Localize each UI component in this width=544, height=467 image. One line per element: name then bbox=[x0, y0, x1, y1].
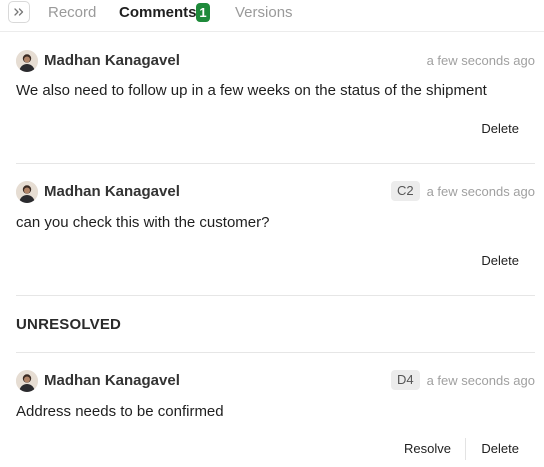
avatar bbox=[16, 181, 38, 203]
comment-reference-badge[interactable]: C2 bbox=[391, 181, 420, 201]
comment-text: can you check this with the customer? bbox=[16, 214, 270, 231]
comment-header: Madhan Kanagavel D4 a few seconds ago bbox=[16, 369, 535, 393]
double-chevron-right-icon bbox=[14, 8, 24, 16]
comment-item: Madhan Kanagavel C2 a few seconds ago ca… bbox=[16, 180, 535, 280]
tab-record[interactable]: Record bbox=[48, 4, 96, 22]
resolve-button[interactable]: Resolve bbox=[404, 441, 451, 457]
comment-author: Madhan Kanagavel bbox=[44, 183, 180, 200]
comment-item: Madhan Kanagavel D4 a few seconds ago Ad… bbox=[16, 369, 535, 467]
section-title-unresolved: UNRESOLVED bbox=[16, 316, 122, 333]
avatar bbox=[16, 50, 38, 72]
user-avatar-photo bbox=[16, 181, 38, 203]
delete-button[interactable]: Delete bbox=[481, 441, 519, 457]
action-separator bbox=[465, 438, 466, 460]
comments-panel-tabbar: Record Comments 1 Versions bbox=[0, 0, 544, 32]
comment-text: Address needs to be confirmed bbox=[16, 403, 224, 420]
divider bbox=[16, 295, 535, 296]
comment-timestamp: a few seconds ago bbox=[426, 53, 535, 68]
delete-button[interactable]: Delete bbox=[481, 253, 519, 269]
user-avatar-photo bbox=[16, 370, 38, 392]
comment-text: We also need to follow up in a few weeks… bbox=[16, 82, 487, 99]
comment-author: Madhan Kanagavel bbox=[44, 372, 180, 389]
comment-item: Madhan Kanagavel a few seconds ago We al… bbox=[16, 49, 535, 149]
divider bbox=[16, 352, 535, 353]
comment-timestamp: a few seconds ago bbox=[426, 184, 535, 199]
delete-button[interactable]: Delete bbox=[481, 121, 519, 137]
comment-author: Madhan Kanagavel bbox=[44, 52, 180, 69]
tab-comments[interactable]: Comments bbox=[119, 4, 197, 22]
comments-count-badge: 1 bbox=[196, 3, 210, 22]
tab-versions[interactable]: Versions bbox=[235, 4, 293, 22]
comment-header: Madhan Kanagavel C2 a few seconds ago bbox=[16, 180, 535, 204]
user-avatar-photo bbox=[16, 50, 38, 72]
collapse-panel-button[interactable] bbox=[8, 1, 30, 23]
avatar bbox=[16, 370, 38, 392]
comment-timestamp: a few seconds ago bbox=[426, 373, 535, 388]
comment-reference-badge[interactable]: D4 bbox=[391, 370, 420, 390]
divider bbox=[16, 163, 535, 164]
comment-header: Madhan Kanagavel a few seconds ago bbox=[16, 49, 535, 73]
